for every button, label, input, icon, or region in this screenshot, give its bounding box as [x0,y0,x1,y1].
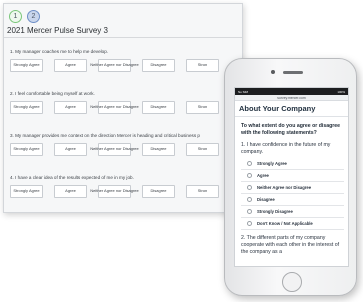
option-neither[interactable]: Neither Agree nor Disagree [90,185,139,198]
radio-option-disagree[interactable]: Disagree [241,194,344,207]
question-prompt: To what extent do you agree or disagree … [241,123,341,136]
answer-radio-list: Strongly Agree Agree Neither Agree nor D… [241,158,344,231]
radio-option-agree[interactable]: Agree [241,170,344,183]
survey-header: 1 2 2021 Mercer Pulse Survey 3 [4,4,242,38]
question-1: 1. My manager coaches me to help me deve… [10,49,219,72]
radio-option-strongly-disagree[interactable]: Strongly Disagree [241,206,344,219]
question-text: 4. I have a clear idea of the results ex… [10,175,134,180]
radio-option-neither[interactable]: Neither Agree nor Disagree [241,182,344,195]
option-strongly-agree[interactable]: Strongly Agree [10,59,43,72]
question-2: 2. I feel comfortable being myself at wo… [10,91,219,114]
radio-label: Disagree [257,197,275,203]
statement-1: 1. I have confidence in the future of my… [241,142,331,155]
option-strongly-agree[interactable]: Strongly Agree [10,101,43,114]
desktop-survey-panel: 1 2 2021 Mercer Pulse Survey 3 1. My man… [3,3,243,213]
statement-2: 2. The different parts of my company coo… [241,235,340,255]
question-text: 1. My manager coaches me to help me deve… [10,49,109,54]
option-agree[interactable]: Agree [54,101,87,114]
question-text: 2. I feel comfortable being myself at wo… [10,91,95,96]
option-disagree[interactable]: Disagree [142,185,175,198]
option-strongly-disagree[interactable]: Stron [186,101,219,114]
option-disagree[interactable]: Disagree [142,59,175,72]
question-3: 3. My manager provides me context on the… [10,133,219,156]
option-neither[interactable]: Neither Agree nor Disagree [90,101,139,114]
radio-button-icon[interactable] [247,209,252,215]
radio-option-not-applicable[interactable]: Don't Know / Not Applicable [241,218,344,231]
survey-title: 2021 Mercer Pulse Survey 3 [7,26,108,35]
option-agree[interactable]: Agree [54,185,87,198]
speaker-grille [283,71,303,74]
radio-button-icon[interactable] [247,173,252,179]
step-indicator-2[interactable]: 2 [27,10,40,23]
radio-label: Agree [257,173,269,179]
step-indicator-1[interactable]: 1 [9,10,22,23]
option-strongly-agree[interactable]: Strongly Agree [10,185,43,198]
option-agree[interactable]: Agree [54,143,87,156]
option-strongly-disagree[interactable]: Stron [186,143,219,156]
radio-option-strongly-agree[interactable]: Strongly Agree [241,158,344,171]
phone-device: No SIM 100% survey.mercer.com About Your… [224,58,357,296]
radio-label: Neither Agree nor Disagree [257,185,312,191]
radio-label: Strongly Disagree [257,209,293,215]
section-heading: About Your Company [235,101,348,117]
option-disagree[interactable]: Disagree [142,101,175,114]
battery-label: 100% [337,89,345,94]
status-bar: No SIM 100% [235,88,348,95]
question-4: 4. I have a clear idea of the results ex… [10,175,219,198]
home-button[interactable] [282,272,302,292]
option-strongly-disagree[interactable]: Stron [186,185,219,198]
phone-screen: No SIM 100% survey.mercer.com About Your… [234,87,349,267]
radio-button-icon[interactable] [247,185,252,191]
header-divider [4,37,242,38]
option-neither[interactable]: Neither Agree nor Disagree [90,59,139,72]
option-strongly-agree[interactable]: Strongly Agree [10,143,43,156]
survey-body: To what extent do you agree or disagree … [235,117,348,255]
radio-label: Strongly Agree [257,161,287,167]
option-disagree[interactable]: Disagree [142,143,175,156]
carrier-label: No SIM [238,89,249,94]
option-agree[interactable]: Agree [54,59,87,72]
radio-label: Don't Know / Not Applicable [257,221,313,227]
camera-icon [271,70,275,74]
radio-button-icon[interactable] [247,197,252,203]
radio-button-icon[interactable] [247,161,252,167]
option-strongly-disagree[interactable]: Stron [186,59,219,72]
radio-button-icon[interactable] [247,221,252,227]
option-neither[interactable]: Neither Agree nor Disagree [90,143,139,156]
question-text: 3. My manager provides me context on the… [10,133,200,138]
